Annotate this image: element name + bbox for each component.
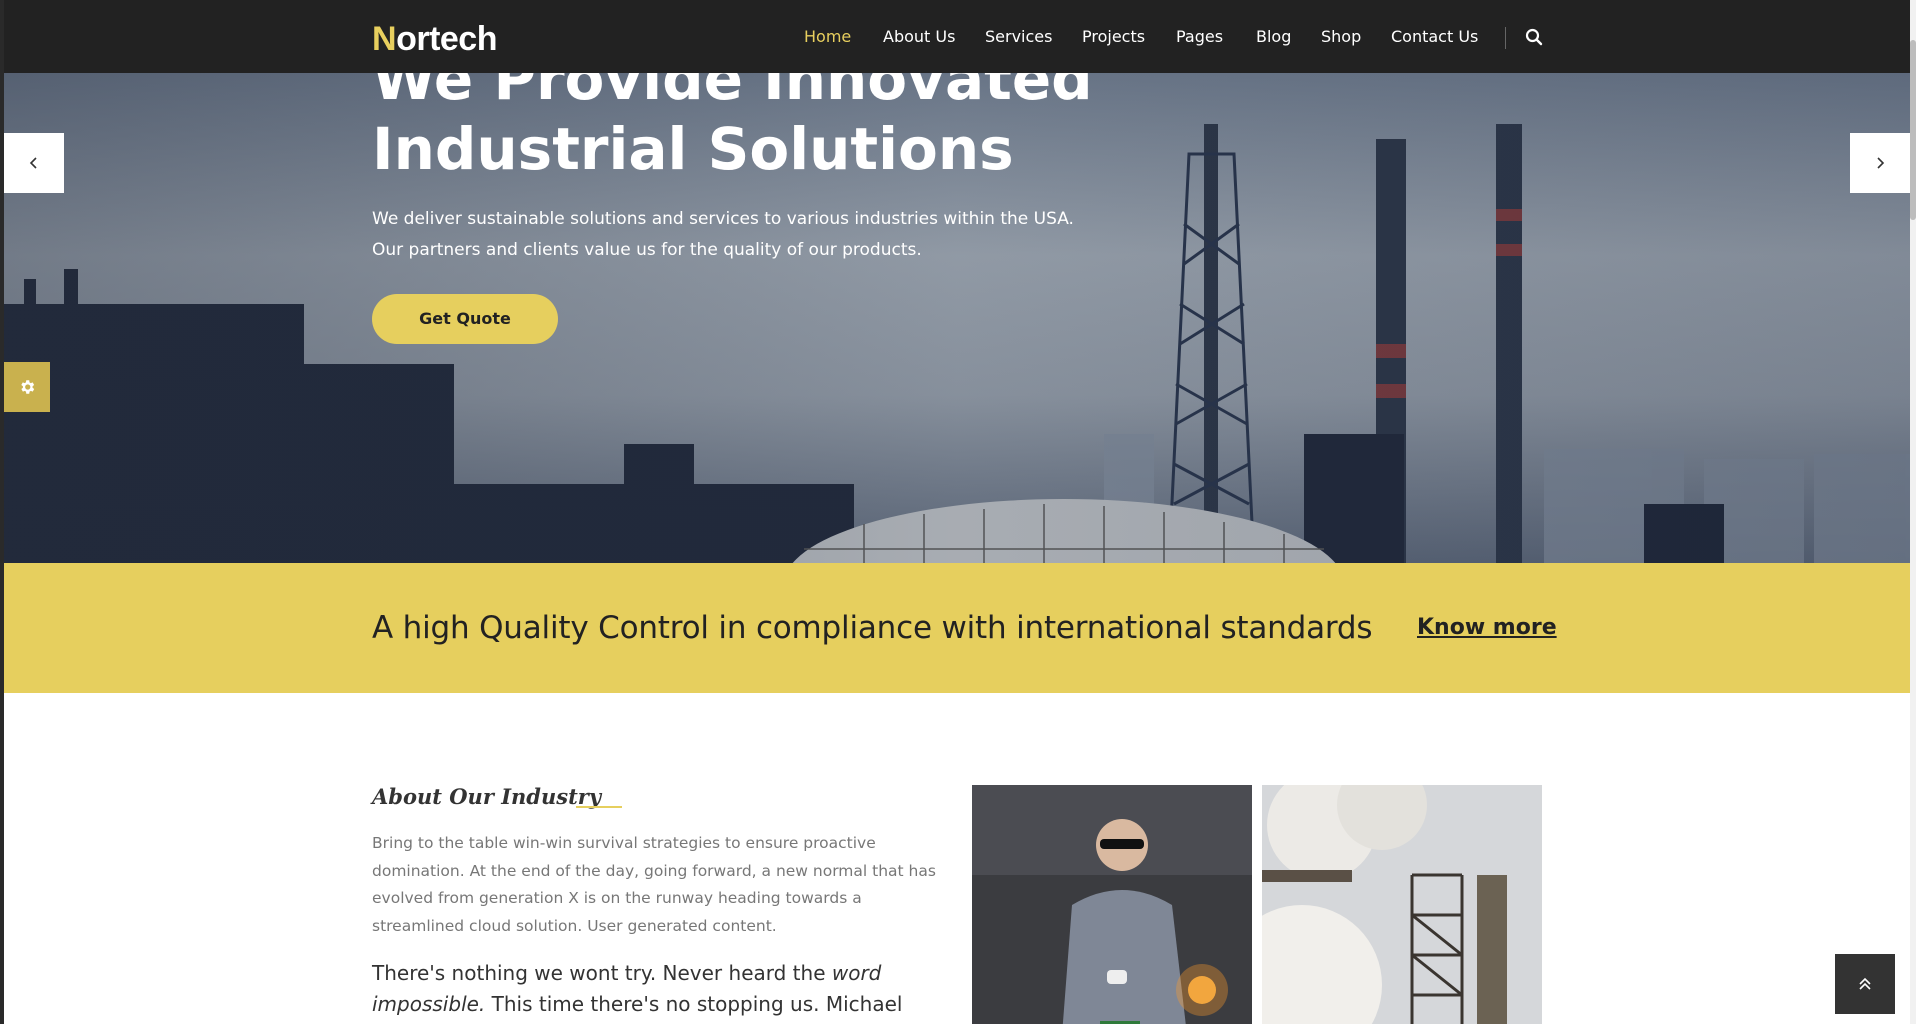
nav-item-pages[interactable]: Pages [1176,27,1223,46]
nav-item-shop[interactable]: Shop [1321,27,1361,46]
factory-smoke-photo [1262,785,1542,1024]
chevron-right-icon [1877,157,1885,169]
quality-banner-text: A high Quality Control in compliance wit… [372,610,1373,646]
title-accent-line [576,806,622,808]
double-chevron-up-icon [1859,977,1871,990]
about-paragraph: Bring to the table win-win survival stra… [372,834,936,935]
hero-subtitle: We deliver sustainable solutions and ser… [372,204,1092,266]
slider-prev-button[interactable] [4,133,64,193]
slider-next-button[interactable] [1850,133,1910,193]
nav-item-about-us[interactable]: About Us [883,27,955,46]
settings-panel-toggle[interactable] [4,362,50,412]
know-more-link[interactable]: Know more [1417,615,1557,640]
welder-photo [972,785,1252,1024]
get-quote-button[interactable]: Get Quote [372,294,558,344]
hero-subtitle-line-2: Our partners and clients value us for th… [372,240,922,260]
about-lead-text: There's nothing we wont try. Never heard… [372,958,942,1020]
nav-item-home[interactable]: Home [804,27,851,46]
nav-divider [1505,27,1506,49]
hero-subtitle-line-1: We deliver sustainable solutions and ser… [372,209,1074,229]
back-to-top-button[interactable] [1835,954,1895,1014]
main-nav: Home About Us Services Projects Pages Bl… [4,4,1910,73]
nav-item-projects[interactable]: Projects [1082,27,1145,46]
nav-item-contact-us[interactable]: Contact Us [1391,27,1478,46]
quality-banner: A high Quality Control in compliance wit… [4,563,1910,693]
gear-icon [21,380,35,394]
about-section-title: About Our Industry [372,784,602,809]
hero-title-line-2: Industrial Solutions [372,115,1014,183]
search-icon [1525,28,1543,46]
nav-item-services[interactable]: Services [985,27,1052,46]
lead-text-part-1: There's nothing we wont try. Never heard… [372,961,832,985]
search-button[interactable] [1525,28,1545,48]
hero-slider: We Provide Innovated Industrial Solution… [4,4,1910,563]
lead-text-part-2: This time there's no stopping us. Michae… [485,992,903,1016]
nav-item-blog[interactable]: Blog [1256,27,1291,46]
chevron-left-icon [29,157,37,169]
scrollbar-thumb[interactable] [1910,40,1916,220]
page-viewport: We Provide Innovated Industrial Solution… [4,4,1910,1024]
site-header: Nortech Home About Us Services Projects … [4,4,1910,73]
page-scrollbar[interactable] [1910,0,1916,1024]
